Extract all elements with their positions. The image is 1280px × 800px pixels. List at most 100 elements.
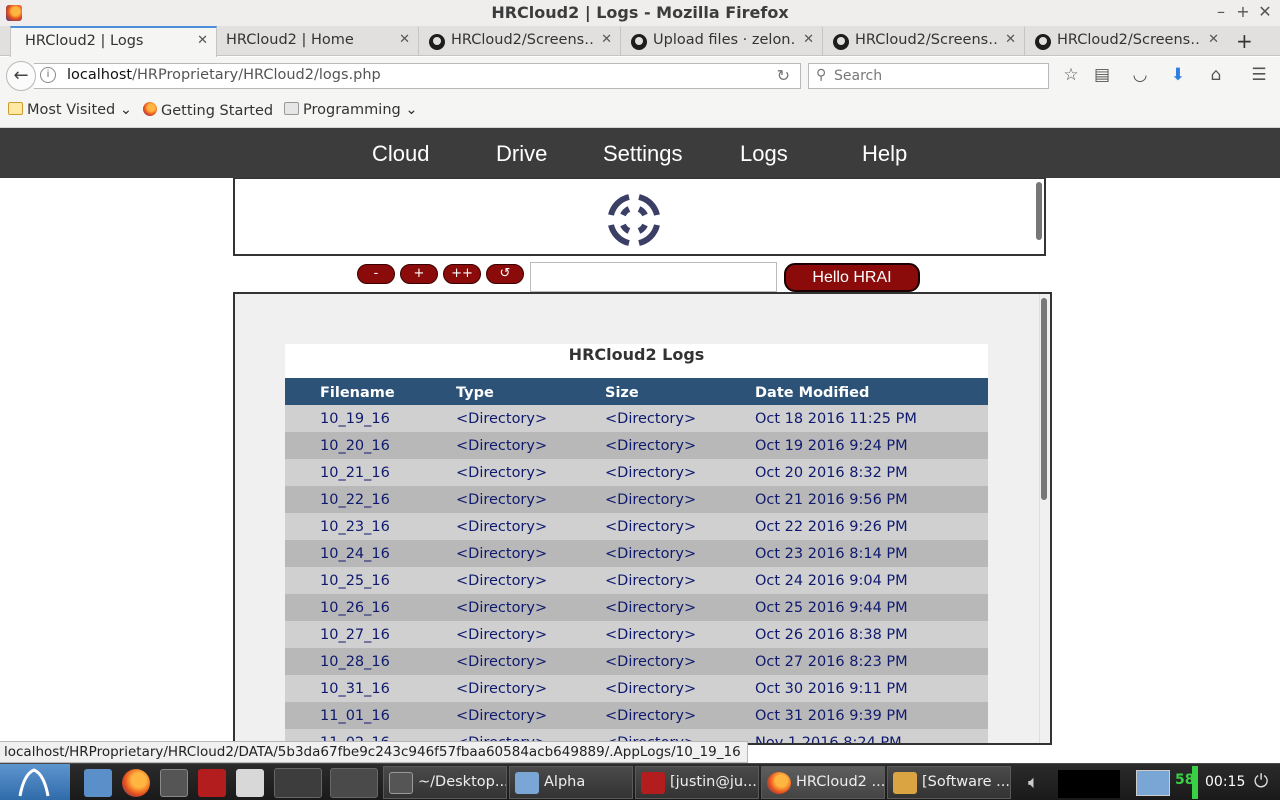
search-placeholder: Search bbox=[834, 68, 883, 84]
hrai-input[interactable] bbox=[530, 262, 777, 292]
table-row[interactable]: 10_27_16 <Directory> <Directory> Oct 26 201… bbox=[285, 621, 988, 648]
cell-size: <Directory> bbox=[605, 518, 697, 535]
cell-filename[interactable]: 10_25_16 bbox=[285, 567, 456, 594]
column-header-type[interactable]: Type bbox=[456, 378, 605, 405]
cell-filename[interactable]: 10_22_16 bbox=[285, 486, 456, 513]
logs-table: Filename Type Size Date Modified 10_19_1… bbox=[285, 378, 988, 743]
tab-github-screens-3[interactable]: HRCloud2/Screens… ✕ bbox=[1025, 27, 1227, 56]
pocket-icon[interactable]: ◡ bbox=[1129, 65, 1151, 85]
url-bar[interactable]: i localhost/HRProprietary/HRCloud2/logs.… bbox=[34, 63, 801, 89]
reading-list-icon[interactable]: ▤ bbox=[1091, 65, 1113, 85]
table-row[interactable]: 11_01_16 <Directory> <Directory> Oct 31 201… bbox=[285, 702, 988, 729]
cell-filename[interactable]: 10_23_16 bbox=[285, 513, 456, 540]
terminal-icon[interactable] bbox=[198, 769, 226, 797]
column-header-size[interactable]: Size bbox=[605, 378, 755, 405]
reload-icon[interactable]: ↻ bbox=[777, 66, 790, 85]
nav-drive[interactable]: Drive bbox=[496, 141, 547, 167]
url-text[interactable]: localhost/HRProprietary/HRCloud2/logs.ph… bbox=[67, 67, 381, 83]
close-tab-icon[interactable]: ✕ bbox=[1208, 32, 1219, 47]
table-row[interactable]: 10_25_16 <Directory> <Directory> Oct 24 201… bbox=[285, 567, 988, 594]
cell-type: <Directory> bbox=[456, 707, 548, 724]
logs-scrollbar[interactable] bbox=[1041, 298, 1047, 500]
close-tab-icon[interactable]: ✕ bbox=[601, 32, 612, 47]
zoom-in-button[interactable]: + bbox=[400, 264, 438, 284]
tab-hrcloud2-home[interactable]: HRCloud2 | Home ✕ bbox=[217, 27, 419, 56]
table-row[interactable]: 10_21_16 <Directory> <Directory> Oct 20 201… bbox=[285, 459, 988, 486]
cell-filename[interactable]: 11_01_16 bbox=[285, 702, 456, 729]
cell-filename[interactable]: 10_20_16 bbox=[285, 432, 456, 459]
cell-type: <Directory> bbox=[456, 680, 548, 697]
refresh-button[interactable]: ↺ bbox=[486, 264, 524, 284]
network-monitor-icon[interactable] bbox=[1136, 770, 1170, 796]
tab-label: HRCloud2 | Home bbox=[226, 32, 354, 48]
window-icon[interactable] bbox=[236, 769, 264, 797]
nav-settings[interactable]: Settings bbox=[603, 141, 683, 167]
nav-cloud[interactable]: Cloud bbox=[372, 141, 429, 167]
table-row[interactable]: 10_31_16 <Directory> <Directory> Oct 30 201… bbox=[285, 675, 988, 702]
cell-filename[interactable]: 10_31_16 bbox=[285, 675, 456, 702]
cell-filename[interactable]: 10_28_16 bbox=[285, 648, 456, 675]
zoom-out-button[interactable]: - bbox=[357, 264, 395, 284]
cell-size: <Directory> bbox=[605, 464, 697, 481]
tab-hrcloud2-logs[interactable]: HRCloud2 | Logs ✕ bbox=[10, 26, 217, 57]
bookmark-programming[interactable]: Programming ⌄ bbox=[284, 102, 418, 118]
site-info-icon[interactable]: i bbox=[40, 67, 56, 83]
nav-help[interactable]: Help bbox=[862, 141, 907, 167]
table-row[interactable]: 10_20_16 <Directory> <Directory> Oct 19 201… bbox=[285, 432, 988, 459]
zoom-in-more-button[interactable]: ++ bbox=[443, 264, 481, 284]
volume-icon[interactable]: 🔈︎ bbox=[1028, 772, 1039, 793]
table-row[interactable]: 10_28_16 <Directory> <Directory> Oct 27 201… bbox=[285, 648, 988, 675]
desktop-preview-2[interactable] bbox=[330, 768, 378, 798]
cell-filename[interactable]: 10_27_16 bbox=[285, 621, 456, 648]
close-tab-icon[interactable]: ✕ bbox=[197, 33, 208, 48]
bookmark-star-icon[interactable]: ☆ bbox=[1060, 65, 1082, 85]
cell-filename[interactable]: 10_21_16 bbox=[285, 459, 456, 486]
desktop-preview-1[interactable] bbox=[274, 768, 322, 798]
cell-date-modified: Oct 27 2016 8:23 PM bbox=[755, 653, 908, 670]
maximize-icon[interactable]: + bbox=[1234, 2, 1252, 21]
menu-icon[interactable]: ☰ bbox=[1248, 65, 1270, 85]
task-desktop[interactable]: ~/Desktop... bbox=[383, 766, 507, 799]
task-firefox[interactable]: HRCloud2 ... bbox=[761, 766, 885, 799]
column-header-date-modified[interactable]: Date Modified bbox=[755, 378, 988, 405]
task-alpha[interactable]: Alpha bbox=[509, 766, 633, 799]
logo-frame-scrollbar[interactable] bbox=[1036, 182, 1042, 240]
start-menu-button[interactable] bbox=[0, 764, 70, 800]
close-tab-icon[interactable]: ✕ bbox=[803, 32, 814, 47]
cell-filename[interactable]: 10_19_16 bbox=[285, 405, 456, 432]
cell-filename[interactable]: 10_26_16 bbox=[285, 594, 456, 621]
table-row[interactable]: 10_22_16 <Directory> <Directory> Oct 21 201… bbox=[285, 486, 988, 513]
table-row[interactable]: 10_23_16 <Directory> <Directory> Oct 22 201… bbox=[285, 513, 988, 540]
hello-hrai-button[interactable]: Hello HRAI bbox=[784, 263, 920, 292]
new-tab-button[interactable]: + bbox=[1236, 29, 1253, 53]
bookmark-most-visited[interactable]: Most Visited ⌄ bbox=[8, 102, 132, 118]
close-tab-icon[interactable]: ✕ bbox=[1005, 32, 1016, 47]
firefox-icon[interactable] bbox=[122, 769, 150, 797]
table-row[interactable]: 10_26_16 <Directory> <Directory> Oct 25 201… bbox=[285, 594, 988, 621]
home-icon[interactable]: ⌂ bbox=[1205, 65, 1227, 85]
tab-github-screens-1[interactable]: HRCloud2/Screens… ✕ bbox=[419, 27, 621, 56]
search-input[interactable]: ⚲ Search bbox=[808, 63, 1049, 89]
firefox-icon bbox=[143, 102, 157, 116]
close-tab-icon[interactable]: ✕ bbox=[399, 32, 410, 47]
tab-github-screens-2[interactable]: HRCloud2/Screens… ✕ bbox=[823, 27, 1025, 56]
bookmark-getting-started[interactable]: Getting Started bbox=[143, 102, 273, 119]
task-terminal[interactable]: [justin@ju... bbox=[635, 766, 759, 799]
task-software[interactable]: [Software ... bbox=[887, 766, 1011, 799]
close-window-icon[interactable]: ✕ bbox=[1256, 2, 1274, 21]
file-manager-icon[interactable] bbox=[84, 769, 112, 797]
sublime-icon[interactable] bbox=[160, 769, 188, 797]
cell-filename[interactable]: 10_24_16 bbox=[285, 540, 456, 567]
tab-github-upload[interactable]: Upload files · zelon… ✕ bbox=[621, 27, 823, 56]
clock[interactable]: 00:15 bbox=[1205, 774, 1245, 790]
minimize-icon[interactable]: – bbox=[1212, 2, 1230, 21]
cell-size: <Directory> bbox=[605, 680, 697, 697]
back-button[interactable]: ← bbox=[6, 61, 36, 91]
downloads-icon[interactable]: ⬇ bbox=[1167, 65, 1189, 85]
column-header-filename[interactable]: Filename bbox=[285, 378, 456, 405]
table-row[interactable]: 10_24_16 <Directory> <Directory> Oct 23 201… bbox=[285, 540, 988, 567]
logs-frame: HRCloud2 Logs Filename Type Size Date Mo… bbox=[233, 292, 1052, 745]
power-icon[interactable]: ⏻ bbox=[1254, 771, 1268, 792]
nav-logs[interactable]: Logs bbox=[740, 141, 788, 167]
table-row[interactable]: 10_19_16 <Directory> <Directory> Oct 18 201… bbox=[285, 405, 988, 432]
